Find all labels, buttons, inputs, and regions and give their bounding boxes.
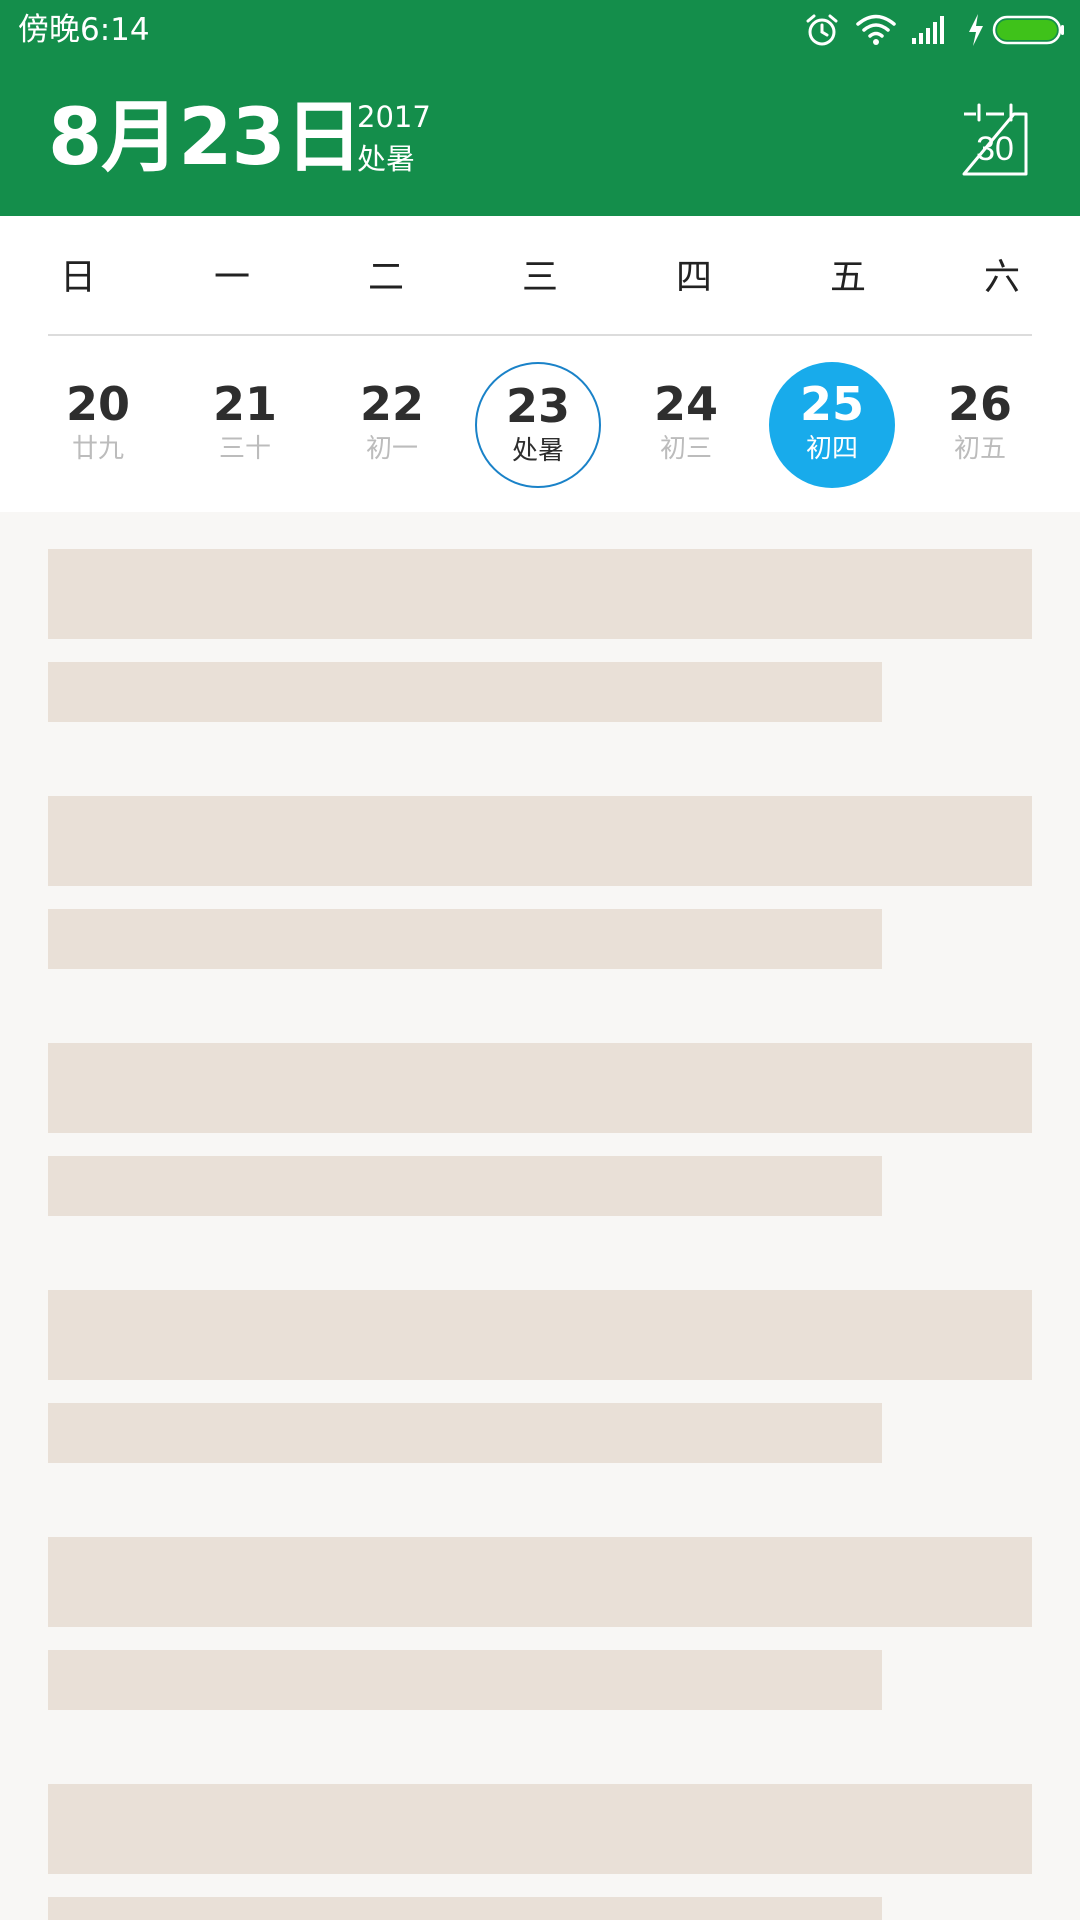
header: 8月23日 2017 处暑 30 <box>0 60 1080 216</box>
header-year: 2017 <box>357 100 431 134</box>
placeholder-line <box>48 662 882 722</box>
day-lunar: 三十 <box>218 434 271 464</box>
weekday-mon: 一 <box>213 257 250 298</box>
day-number: 22 <box>359 377 424 431</box>
placeholder-line <box>48 796 1032 886</box>
weekday-wed: 三 <box>521 257 558 298</box>
placeholder-line <box>48 1784 1032 1874</box>
loading-placeholder-list <box>0 512 1080 1920</box>
charging-icon <box>966 12 986 52</box>
placeholder-line <box>48 1650 882 1710</box>
signal-icon <box>911 12 951 52</box>
weekday-sat: 六 <box>983 257 1020 298</box>
day-number: 25 <box>799 377 864 431</box>
day-lunar: 处暑 <box>511 436 564 466</box>
day-lunar: 廿九 <box>71 434 124 464</box>
placeholder-line <box>48 549 1032 639</box>
app-screen: 傍晚6:14 8月23日 2017 处暑 30 日 一 二 三 四 五 六 20… <box>0 0 1080 1920</box>
header-date: 8月23日 <box>48 93 363 183</box>
wifi-icon <box>855 12 897 52</box>
status-bar: 傍晚6:14 <box>0 0 1080 60</box>
weekday-thu: 四 <box>675 257 712 298</box>
placeholder-line <box>48 1403 882 1463</box>
day-cell-26[interactable]: 26 初五 <box>917 362 1043 488</box>
day-cell-23-today[interactable]: 23 处暑 <box>475 362 601 488</box>
day-cell-20[interactable]: 20 廿九 <box>35 362 161 488</box>
day-lunar: 初一 <box>365 434 418 464</box>
day-number: 23 <box>505 379 570 433</box>
battery-icon <box>992 12 1066 52</box>
weekday-fri: 五 <box>829 257 866 298</box>
day-number: 26 <box>947 377 1012 431</box>
placeholder-line <box>48 1156 882 1216</box>
placeholder-line <box>48 1897 882 1920</box>
weekday-sun: 日 <box>59 257 96 298</box>
status-time: 傍晚6:14 <box>18 12 150 48</box>
placeholder-line <box>48 909 882 969</box>
day-cell-21[interactable]: 21 三十 <box>182 362 308 488</box>
week-divider <box>48 334 1032 336</box>
day-number: 21 <box>212 377 277 431</box>
day-cell-24[interactable]: 24 初三 <box>623 362 749 488</box>
alarm-icon <box>804 12 840 52</box>
day-number: 24 <box>653 377 718 431</box>
placeholder-line <box>48 1290 1032 1380</box>
placeholder-line <box>48 1043 1032 1133</box>
calendar-icon: 30 <box>962 103 1028 176</box>
today-calendar-button[interactable]: 30 <box>960 102 1030 178</box>
calendar-button-day: 30 <box>976 130 1014 168</box>
day-lunar: 初三 <box>659 434 712 464</box>
placeholder-line <box>48 1537 1032 1627</box>
day-number: 20 <box>65 377 130 431</box>
day-cell-22[interactable]: 22 初一 <box>329 362 455 488</box>
day-lunar: 初四 <box>805 434 858 464</box>
weekday-tue: 二 <box>367 257 404 298</box>
week-strip: 日 一 二 三 四 五 六 20 廿九 21 三十 22 初一 23 处暑 24… <box>0 216 1080 512</box>
day-cell-25-selected[interactable]: 25 初四 <box>769 362 895 488</box>
header-solar-term: 处暑 <box>357 142 416 176</box>
day-lunar: 初五 <box>953 434 1006 464</box>
